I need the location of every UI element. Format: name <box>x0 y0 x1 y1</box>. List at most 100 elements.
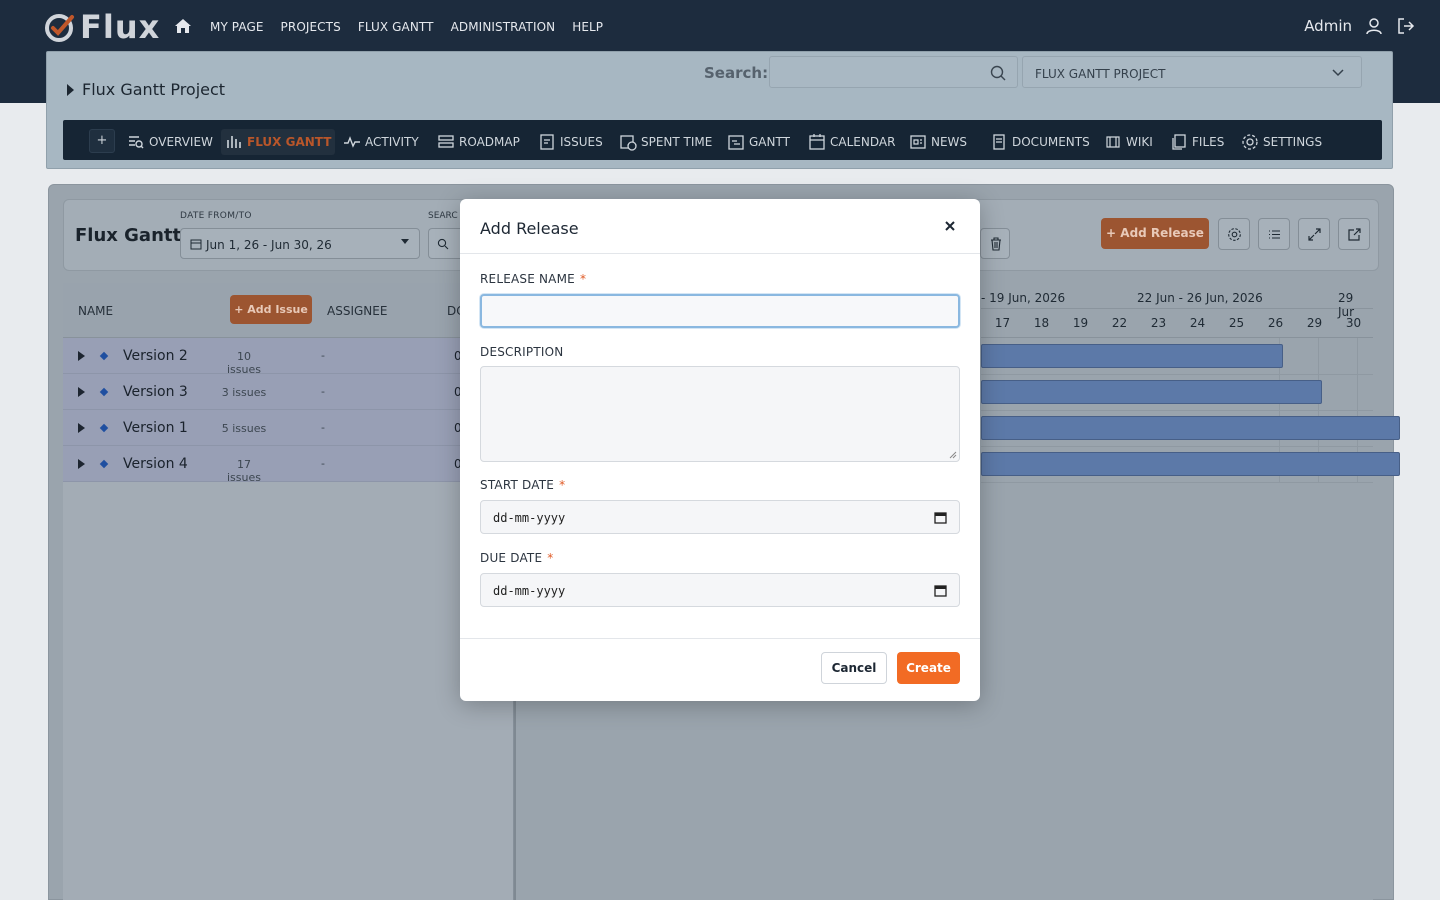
start-date-input[interactable]: dd-mm-yyyy <box>480 500 960 534</box>
add-release-dialog: Add Release RELEASE NAME * DESCRIPTION ST… <box>460 199 980 701</box>
timeline-day-header: 17 18 19 22 23 24 25 26 29 30 <box>981 309 1373 338</box>
project-title[interactable]: Flux Gantt Project <box>67 80 225 99</box>
release-bar[interactable] <box>981 416 1400 440</box>
expand-row-icon[interactable] <box>78 387 85 397</box>
day-label: 18 <box>1033 316 1050 330</box>
tab-flux-gantt[interactable]: FLUX GANTT <box>221 129 336 155</box>
tab-documents[interactable]: DOCUMENTS <box>986 129 1094 155</box>
gantt-settings-button[interactable] <box>1218 218 1250 250</box>
delete-button[interactable] <box>980 228 1010 259</box>
grid-line <box>981 446 1373 447</box>
nav-flux-gantt[interactable]: FLUX GANTT <box>358 20 434 34</box>
calendar-icon[interactable] <box>934 511 947 524</box>
wiki-icon <box>1106 136 1120 148</box>
task-list-header: NAME + Add Issue ASSIGNEE DC <box>63 283 514 338</box>
calendar-icon[interactable] <box>934 584 947 597</box>
description-textarea[interactable] <box>480 366 960 462</box>
user-icon[interactable] <box>1364 16 1384 36</box>
row-name: Version 1 <box>123 420 188 436</box>
roadmap-icon <box>438 135 454 148</box>
start-date-label: START DATE * <box>480 478 566 492</box>
tab-overview[interactable]: OVERVIEW <box>123 129 217 155</box>
row-name: Version 3 <box>123 384 188 400</box>
day-label: 26 <box>1267 316 1284 330</box>
new-item-button[interactable]: + <box>89 129 115 153</box>
tab-files[interactable]: FILES <box>1166 129 1228 155</box>
date-range-picker[interactable]: Jun 1, 26 - Jun 30, 26 <box>180 228 420 259</box>
chevron-down-icon <box>1332 69 1344 77</box>
logout-icon[interactable] <box>1396 16 1416 36</box>
timeline-week-header: - 19 Jun, 2026 22 Jun - 26 Jun, 2026 29 … <box>981 283 1373 319</box>
open-external-button[interactable] <box>1338 218 1370 250</box>
nav-projects[interactable]: PROJECTS <box>281 20 341 34</box>
spent-time-icon <box>620 135 637 151</box>
nav-help[interactable]: HELP <box>572 20 603 34</box>
release-name-label: RELEASE NAME * <box>480 272 587 286</box>
row-name: Version 4 <box>123 456 188 472</box>
resize-handle-icon[interactable] <box>949 451 957 459</box>
day-label: 30 <box>1345 316 1362 330</box>
list-icon <box>1269 230 1280 239</box>
list-view-button[interactable] <box>1258 218 1290 250</box>
nav-administration[interactable]: ADMINISTRATION <box>451 20 556 34</box>
task-row[interactable]: Version 1 5 issues - 0 <box>63 410 514 446</box>
home-icon[interactable] <box>173 16 193 36</box>
expand-row-icon[interactable] <box>78 459 85 469</box>
user-area: Admin <box>1304 16 1416 36</box>
row-assignee: - <box>321 421 325 434</box>
tab-wiki[interactable]: WIKI <box>1100 129 1157 155</box>
app-logo[interactable]: Flux <box>44 8 160 46</box>
dialog-footer-divider <box>460 638 980 639</box>
expand-icon <box>1308 228 1321 241</box>
column-assignee[interactable]: ASSIGNEE <box>327 304 387 318</box>
project-select[interactable]: FLUX GANTT PROJECT <box>1022 56 1362 88</box>
logo-check-icon <box>45 14 74 42</box>
files-icon <box>1172 134 1186 150</box>
tab-roadmap[interactable]: ROADMAP <box>433 129 524 155</box>
dialog-title: Add Release <box>480 219 579 238</box>
tab-spent-time[interactable]: SPENT TIME <box>615 129 716 155</box>
row-count: 5 issues <box>221 422 267 435</box>
search-input[interactable] <box>769 56 1018 88</box>
task-row[interactable]: Version 3 3 issues - 0 <box>63 374 514 410</box>
release-name-input[interactable] <box>480 294 960 328</box>
expand-button[interactable] <box>1298 218 1330 250</box>
tab-calendar[interactable]: CALENDAR <box>804 129 899 155</box>
release-bar[interactable] <box>981 344 1283 368</box>
milestone-icon <box>99 387 109 397</box>
expand-row-icon[interactable] <box>78 423 85 433</box>
create-button[interactable]: Create <box>897 652 960 684</box>
gantt-search-label: SEARC <box>428 211 458 221</box>
user-name[interactable]: Admin <box>1304 17 1352 35</box>
trash-icon <box>991 237 1001 251</box>
tab-activity[interactable]: ACTIVITY <box>339 129 423 155</box>
tab-gantt[interactable]: GANTT <box>723 129 794 155</box>
tab-settings[interactable]: SETTINGS <box>1237 129 1326 155</box>
project-header: Flux Gantt Project Search: FLUX GANTT PR… <box>46 51 1393 169</box>
release-bar[interactable] <box>981 380 1322 404</box>
close-icon[interactable] <box>942 218 958 234</box>
tab-news[interactable]: NEWS <box>905 129 971 155</box>
nav-my-page[interactable]: MY PAGE <box>210 20 264 34</box>
issues-icon <box>540 134 554 150</box>
due-date-input[interactable]: dd-mm-yyyy <box>480 573 960 607</box>
add-release-button[interactable]: + Add Release <box>1101 218 1209 249</box>
day-label: 29 <box>1306 316 1323 330</box>
day-label: 24 <box>1189 316 1206 330</box>
date-range-value: Jun 1, 26 - Jun 30, 26 <box>206 238 332 252</box>
release-bar[interactable] <box>981 452 1400 476</box>
news-icon <box>910 135 926 149</box>
expand-icon <box>67 83 74 96</box>
cancel-button[interactable]: Cancel <box>821 652 887 684</box>
task-row[interactable]: Version 4 17 issues - 0 <box>63 446 514 484</box>
grid-line <box>981 410 1373 411</box>
expand-row-icon[interactable] <box>78 351 85 361</box>
add-issue-button[interactable]: + Add Issue <box>230 295 312 324</box>
tab-issues[interactable]: ISSUES <box>534 129 607 155</box>
project-tabs: + OVERVIEW FLUX GANTT ACTIVITY ROADMAP I… <box>63 120 1382 160</box>
dialog-header: Add Release <box>460 199 980 254</box>
column-name[interactable]: NAME <box>78 304 113 318</box>
activity-icon <box>344 136 360 148</box>
task-row[interactable]: Version 2 10 issues - 0 <box>63 338 514 376</box>
top-nav: MY PAGE PROJECTS FLUX GANTT ADMINISTRATI… <box>210 20 603 34</box>
